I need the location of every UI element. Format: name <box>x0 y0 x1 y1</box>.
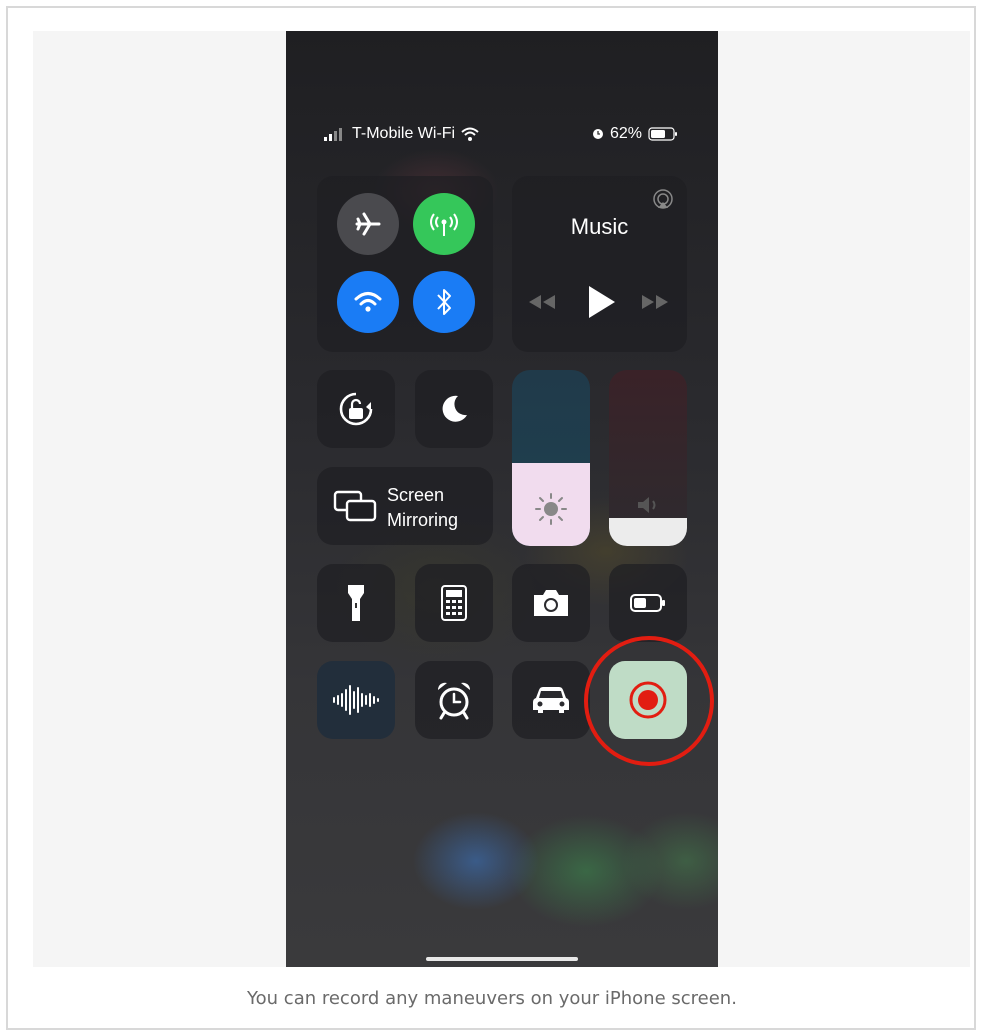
flashlight-icon <box>348 585 364 621</box>
flashlight-button[interactable] <box>317 564 395 642</box>
battery-percentage: 62% <box>610 125 643 142</box>
status-bar-left: T-Mobile Wi-Fi <box>324 123 479 145</box>
rewind-icon[interactable] <box>527 294 557 310</box>
figure-caption: You can record any maneuvers on your iPh… <box>247 988 737 1009</box>
battery-status-icon <box>648 127 678 141</box>
battery-icon <box>630 594 665 612</box>
wifi-toggle[interactable] <box>337 271 399 333</box>
alarm-button[interactable] <box>415 661 493 739</box>
orientation-lock-icon <box>339 392 373 426</box>
sun-icon <box>535 493 567 525</box>
brightness-slider[interactable] <box>512 370 590 546</box>
alarm-status-icon <box>593 129 603 139</box>
airplane-icon <box>355 212 381 236</box>
car-icon <box>533 687 569 713</box>
airplane-mode-toggle[interactable] <box>337 193 399 255</box>
status-bar-right: 62% <box>592 123 678 145</box>
screen-recording-highlight-circle <box>584 636 714 766</box>
orientation-lock-button[interactable] <box>317 370 395 448</box>
bluetooth-icon <box>437 289 451 315</box>
volume-slider[interactable] <box>609 370 687 546</box>
alarm-clock-icon <box>437 682 471 720</box>
waveform-icon <box>333 685 379 715</box>
bluetooth-toggle[interactable] <box>413 271 475 333</box>
carrier-name: T-Mobile Wi-Fi <box>352 125 456 142</box>
low-power-mode-button[interactable] <box>609 564 687 642</box>
screen-mirroring-label: Screen Mirroring <box>387 483 458 533</box>
iphone-screenshot: T-Mobile Wi-Fi 62% Music Screen Mirrorin… <box>286 31 718 967</box>
home-indicator[interactable] <box>426 957 578 961</box>
driving-mode-button[interactable] <box>512 661 590 739</box>
signal-strength-icon <box>324 128 342 141</box>
play-icon[interactable] <box>586 285 616 319</box>
volume-slider-fill <box>609 517 687 546</box>
cellular-antenna-icon <box>430 213 458 236</box>
do-not-disturb-button[interactable] <box>415 370 493 448</box>
calculator-icon <box>441 585 467 621</box>
screen-mirroring-line2: Mirroring <box>387 510 459 530</box>
music-title: Music <box>570 214 629 239</box>
speaker-icon <box>638 497 656 513</box>
fast-forward-icon[interactable] <box>640 294 670 310</box>
screen-mirroring-icon <box>333 490 377 522</box>
camera-icon <box>534 590 568 616</box>
wifi-icon <box>354 292 382 312</box>
camera-button[interactable] <box>512 564 590 642</box>
calculator-button[interactable] <box>415 564 493 642</box>
airplay-icon[interactable] <box>652 188 674 210</box>
wifi-status-icon <box>461 127 479 141</box>
cellular-data-toggle[interactable] <box>413 193 475 255</box>
music-module: Music <box>512 176 687 352</box>
connectivity-module <box>317 176 493 352</box>
screen-mirroring-line1: Screen <box>387 485 445 505</box>
moon-icon <box>442 395 467 422</box>
screen-mirroring-button[interactable]: Screen Mirroring <box>317 467 493 545</box>
voice-memos-button[interactable] <box>317 661 395 739</box>
